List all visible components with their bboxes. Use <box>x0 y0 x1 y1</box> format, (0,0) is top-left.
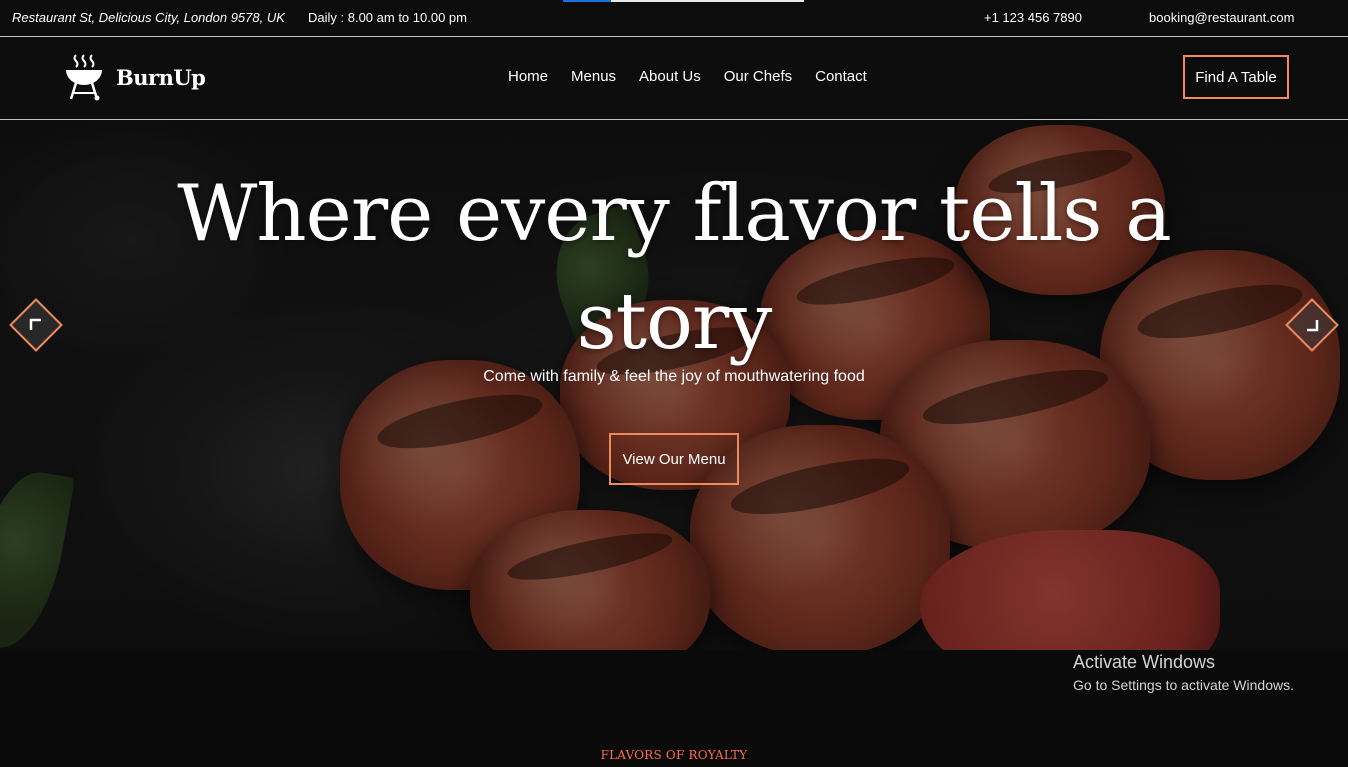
nav-item-contact[interactable]: Contact <box>815 68 867 85</box>
section-tagline: FLAVORS OF ROYALTY <box>600 748 748 762</box>
activation-title: Activate Windows <box>1073 652 1216 672</box>
hero-subtitle: Come with family & feel the joy of mouth… <box>483 368 865 385</box>
find-a-table-button[interactable]: Find A Table <box>1183 55 1289 99</box>
address-text: Restaurant St, Delicious City, London 95… <box>12 10 285 25</box>
page-load-progress <box>563 0 804 2</box>
nav-item-home[interactable]: Home <box>508 68 548 85</box>
main-navbar: BurnUp Home Menus About Us Our Chefs Con… <box>0 37 1348 120</box>
hero-title: Where every flavor tells a story <box>177 169 1171 367</box>
opening-hours-text: Daily : 8.00 am to 10.00 pm <box>308 10 467 25</box>
windows-activation-watermark: Activate Windows Go to Settings to activ… <box>1073 652 1294 693</box>
activation-subtitle: Go to Settings to activate Windows. <box>1073 677 1294 693</box>
view-menu-button[interactable]: View Our Menu <box>609 433 739 485</box>
barbecue-grill-icon <box>66 54 102 101</box>
top-info-bar: Restaurant St, Delicious City, London 95… <box>0 0 1348 37</box>
brand-logo[interactable]: BurnUp <box>64 53 206 101</box>
arrow-right-icon <box>1307 320 1319 332</box>
phone-link[interactable]: +1 123 456 7890 <box>984 10 1082 25</box>
nav-item-about-us[interactable]: About Us <box>639 68 701 85</box>
email-link[interactable]: booking@restaurant.com <box>1149 10 1294 25</box>
arrow-left-icon <box>29 318 41 330</box>
nav-item-menus[interactable]: Menus <box>571 68 616 85</box>
nav-item-our-chefs[interactable]: Our Chefs <box>724 68 792 85</box>
primary-nav: Home Menus About Us Our Chefs Contact <box>508 68 890 85</box>
brand-name: BurnUp <box>116 64 206 90</box>
